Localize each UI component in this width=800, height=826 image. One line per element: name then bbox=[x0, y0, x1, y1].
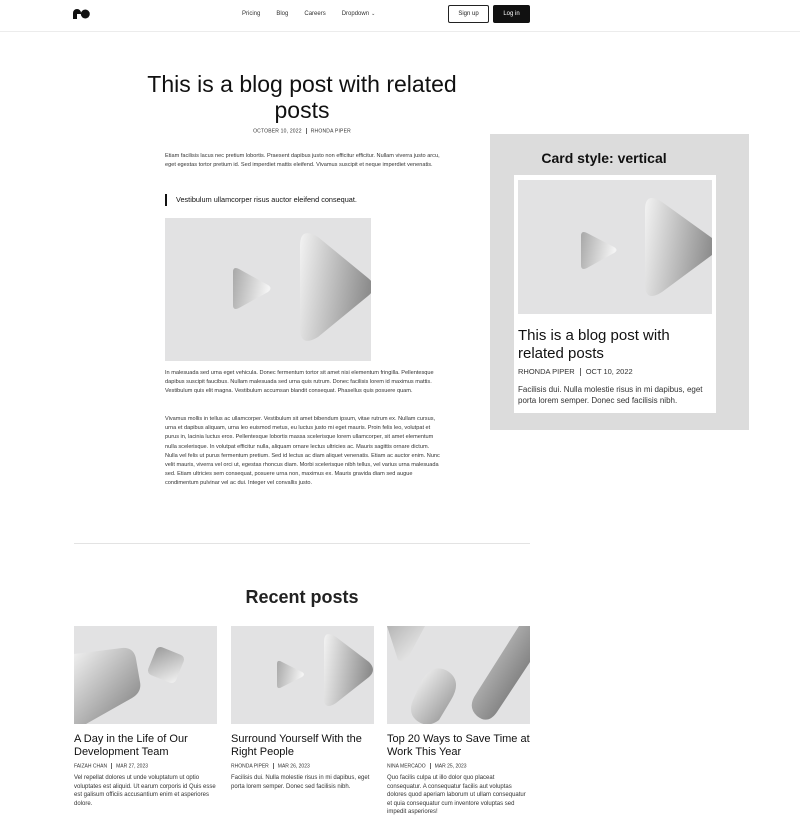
nav-pricing[interactable]: Pricing bbox=[242, 11, 260, 17]
recent-post-date: MAR 27, 2023 bbox=[116, 763, 149, 770]
card-author[interactable]: RHONDA PIPER bbox=[518, 367, 575, 376]
card-meta: RHONDA PIPER OCT 10, 2022 bbox=[518, 367, 633, 377]
nav-careers[interactable]: Careers bbox=[304, 11, 325, 17]
article-image bbox=[165, 218, 371, 361]
meta-divider bbox=[111, 763, 113, 769]
nav-dropdown[interactable]: Dropdown ⌄ bbox=[342, 11, 376, 17]
nav-blog[interactable]: Blog bbox=[276, 11, 288, 17]
recent-post-excerpt: Vel repellat dolores ut unde voluptatum … bbox=[74, 775, 216, 807]
meta-divider bbox=[579, 368, 581, 377]
card-image[interactable] bbox=[518, 180, 712, 314]
meta-divider bbox=[272, 763, 274, 769]
section-divider bbox=[74, 543, 530, 544]
card-title[interactable]: This is a blog post with related posts bbox=[518, 327, 708, 362]
recent-post-author[interactable]: FAIZAH CHAN bbox=[74, 763, 107, 769]
article-paragraph-2: In malesuada sed urna eget vehicula. Don… bbox=[165, 370, 434, 395]
site-header: Pricing Blog Careers Dropdown ⌄ Sign up L… bbox=[0, 0, 800, 32]
recent-post-title[interactable]: A Day in the Life of Our Development Tea… bbox=[74, 733, 217, 759]
vertical-post-card[interactable]: This is a blog post with related posts R… bbox=[514, 175, 716, 413]
recent-post-image[interactable] bbox=[387, 626, 530, 724]
article-blockquote: Vestibulum ullamcorper risus auctor elei… bbox=[165, 194, 440, 206]
recent-posts-heading: Recent posts bbox=[245, 587, 359, 607]
card-style-heading: Card style: vertical bbox=[541, 150, 667, 166]
recent-post-image[interactable] bbox=[231, 626, 374, 724]
recent-post-date: MAR 26, 2023 bbox=[277, 763, 310, 770]
post-title: This is a blog post with related posts bbox=[147, 71, 457, 123]
recent-post-title[interactable]: Top 20 Ways to Save Time at Work This Ye… bbox=[387, 733, 530, 759]
recent-post-title[interactable]: Surround Yourself With the Right People bbox=[231, 733, 374, 759]
post-author[interactable]: RHONDA PIPER bbox=[311, 128, 351, 134]
card-date: OCT 10, 2022 bbox=[585, 367, 633, 376]
signup-button[interactable]: Sign up bbox=[448, 5, 489, 23]
recent-post-excerpt: Facilisis dui. Nulla molestie risus in m… bbox=[231, 775, 370, 790]
recent-post-date: MAR 25, 2023 bbox=[434, 763, 467, 770]
main-nav: Pricing Blog Careers Dropdown ⌄ bbox=[242, 11, 375, 17]
recent-post-meta: RHONDA PIPER MAR 26, 2023 bbox=[231, 763, 310, 769]
brand-logo-icon[interactable] bbox=[73, 9, 90, 19]
recent-post-excerpt: Quo facilis culpa ut illo dolor quo plac… bbox=[387, 775, 526, 816]
recent-post-meta: FAIZAH CHAN MAR 27, 2023 bbox=[74, 763, 148, 769]
card-style-panel: Card style: vertical This is a blog post… bbox=[490, 134, 749, 430]
nav-dropdown-label: Dropdown bbox=[341, 11, 370, 17]
meta-divider bbox=[305, 128, 307, 134]
recent-post-author[interactable]: NINA MERCADO bbox=[387, 763, 426, 769]
post-meta: OCTOBER 10, 2022 RHONDA PIPER bbox=[120, 128, 484, 134]
meta-divider bbox=[429, 763, 431, 769]
recent-post-image[interactable] bbox=[74, 626, 217, 724]
article-paragraph-1: Etiam facilisis lacus nec pretium lobort… bbox=[165, 153, 440, 169]
article-paragraph-3: Vivamus mollis in tellus ac ullamcorper.… bbox=[165, 416, 440, 487]
card-excerpt: Facilisis dui. Nulla molestie risus in m… bbox=[518, 385, 703, 405]
post-date: OCTOBER 10, 2022 bbox=[253, 128, 302, 135]
login-button[interactable]: Log in bbox=[493, 5, 530, 23]
recent-post-author[interactable]: RHONDA PIPER bbox=[231, 763, 269, 769]
recent-post-meta: NINA MERCADO MAR 25, 2023 bbox=[387, 763, 467, 769]
chevron-down-icon: ⌄ bbox=[371, 11, 376, 17]
